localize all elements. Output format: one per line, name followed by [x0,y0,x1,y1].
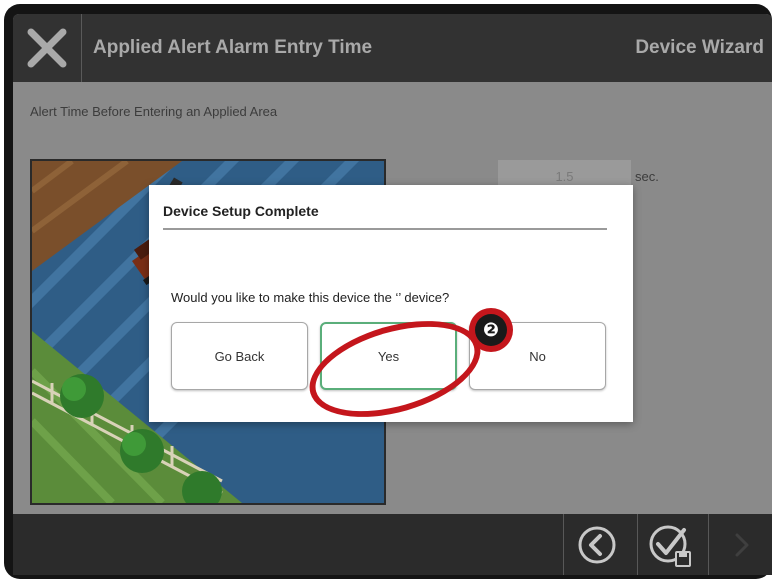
next-icon [735,533,749,556]
callout-number-badge: ❷ [469,308,513,352]
footer-nav [13,514,772,575]
close-button[interactable] [13,14,82,82]
go-back-button[interactable]: Go Back [171,322,308,390]
dialog-question: Would you like to make this device the ‘… [171,290,450,305]
next-button[interactable] [708,514,772,575]
callout-number: ❷ [475,314,507,346]
time-unit-label: sec. [635,169,659,184]
page-title: Applied Alert Alarm Entry Time [93,37,373,58]
back-button[interactable] [563,514,630,575]
device-screen: Applied Alert Alarm Entry Time Device Wi… [13,14,772,575]
save-check-icon [649,525,691,567]
title-bar: Applied Alert Alarm Entry Time Device Wi… [13,14,772,82]
close-icon [27,28,67,68]
setting-subtitle: Alert Time Before Entering an Applied Ar… [30,104,278,119]
wizard-label: Device Wizard [635,37,764,58]
dialog-divider [163,228,607,230]
save-button[interactable] [637,514,704,575]
back-icon [578,526,616,563]
dialog-title: Device Setup Complete [163,203,319,219]
